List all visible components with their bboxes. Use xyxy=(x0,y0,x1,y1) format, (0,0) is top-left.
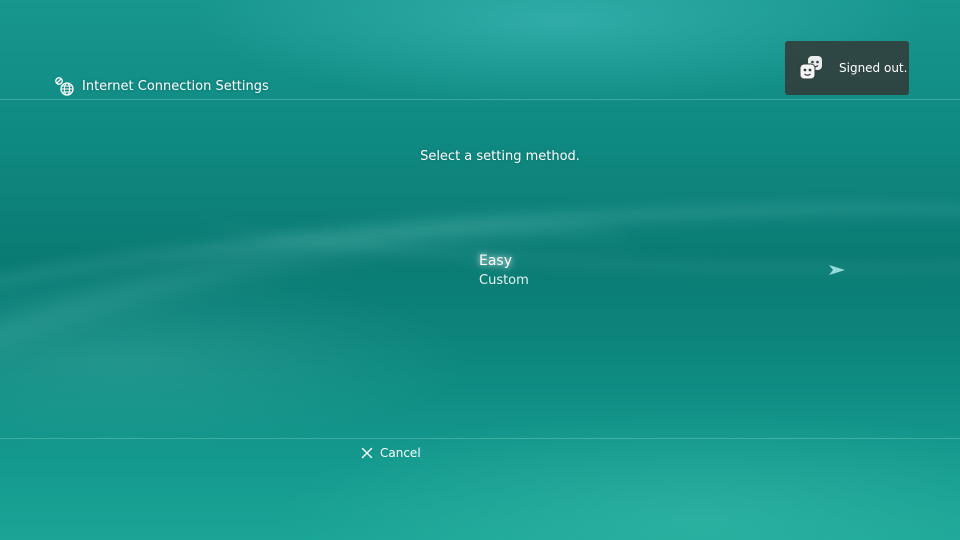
friends-faces-icon xyxy=(799,56,822,80)
setting-method-prompt: Select a setting method. xyxy=(420,149,580,164)
cancel-label: Cancel xyxy=(380,446,421,460)
menu-item-custom[interactable]: Custom xyxy=(479,271,529,291)
menu-item-easy[interactable]: Easy xyxy=(479,251,529,271)
cross-button-icon xyxy=(361,447,373,459)
footer-divider xyxy=(0,438,960,439)
notification-text: Signed out. xyxy=(839,61,908,75)
network-settings-icon xyxy=(55,77,74,96)
header-divider xyxy=(0,99,960,100)
setting-method-menu: Easy Custom xyxy=(479,251,529,291)
signed-out-notification: Signed out. xyxy=(785,41,909,95)
cancel-button[interactable]: Cancel xyxy=(361,445,421,461)
right-arrow-icon[interactable] xyxy=(828,264,846,276)
page-title: Internet Connection Settings xyxy=(82,79,269,94)
page-header: Internet Connection Settings xyxy=(54,76,269,98)
background-wave xyxy=(0,172,649,494)
